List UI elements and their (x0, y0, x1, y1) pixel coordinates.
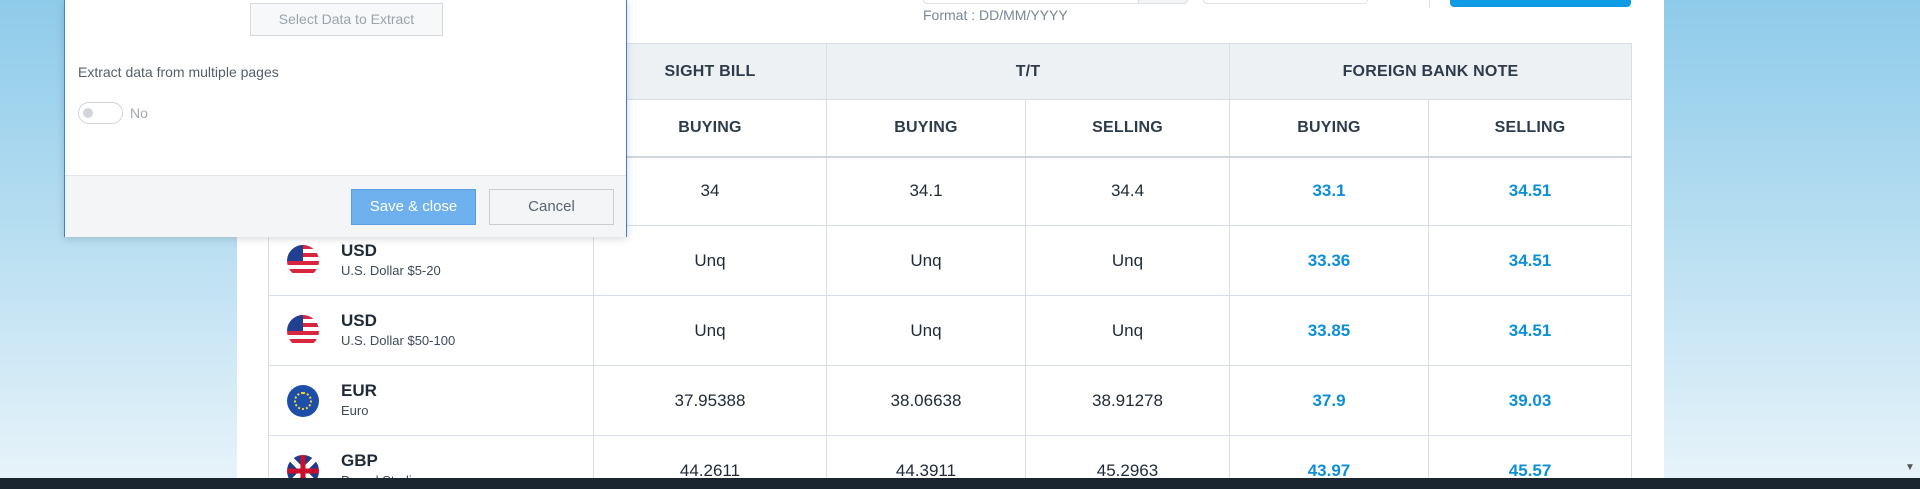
toggle-knob (83, 108, 93, 118)
tt-buying-header: BUYING (826, 99, 1026, 158)
currency-name: Euro (341, 402, 369, 418)
table-row: USD U.S. Dollar $50-100 Unq Unq Unq 33.8… (268, 295, 1633, 366)
fbn-buying-cell: 33.1 (1229, 156, 1429, 226)
fbn-selling-cell: 34.51 (1427, 295, 1633, 366)
tt-buying-cell: 38.06638 (826, 365, 1026, 436)
toolbar-divider (1429, 0, 1430, 8)
fbn-buying-header: BUYING (1229, 99, 1429, 158)
sight-bill-buying-cell: 34 (593, 156, 827, 226)
currency-cell: USD U.S. Dollar $50-100 (268, 295, 594, 366)
taskbar (0, 478, 1920, 489)
date-format-hint: Format : DD/MM/YYYY (923, 7, 1068, 23)
save-close-button[interactable]: Save & close (351, 189, 476, 225)
select-data-button[interactable]: Select Data to Extract (250, 3, 443, 36)
tt-selling-header: SELLING (1025, 99, 1230, 158)
table-row: EUR Euro 37.95388 38.06638 38.91278 37.9… (268, 365, 1633, 436)
currency-cell: EUR Euro (268, 365, 594, 436)
foreign-bank-note-header: FOREIGN BANK NOTE (1228, 43, 1633, 100)
fbn-selling-cell: 34.51 (1427, 225, 1633, 296)
us-flag-icon (287, 314, 319, 347)
fbn-selling-cell: 34.51 (1427, 156, 1633, 226)
dialog-footer: Save & close Cancel (65, 175, 626, 237)
sight-bill-buying-header: BUYING (593, 99, 827, 158)
us-flag-icon (287, 244, 319, 277)
eu-flag-icon (287, 384, 319, 417)
cancel-button[interactable]: Cancel (489, 189, 614, 225)
sight-bill-buying-cell: 37.95388 (593, 365, 827, 436)
currency-code: USD (341, 310, 377, 330)
multi-page-label: Extract data from multiple pages (78, 64, 279, 80)
fbn-selling-cell: 39.03 (1427, 365, 1633, 436)
sight-bill-buying-cell: Unq (593, 225, 827, 296)
tt-buying-cell: Unq (826, 225, 1026, 296)
date-input[interactable] (923, 0, 1153, 4)
tt-selling-cell: 38.91278 (1025, 365, 1230, 436)
tt-selling-cell: Unq (1025, 295, 1230, 366)
currency-name: U.S. Dollar $50-100 (341, 332, 456, 348)
currency-code: GBP (341, 450, 378, 470)
tt-selling-cell: Unq (1025, 225, 1230, 296)
fbn-buying-cell: 33.85 (1229, 295, 1429, 366)
fbn-buying-cell: 37.9 (1229, 365, 1429, 436)
currency-code: USD (341, 240, 377, 260)
tt-header: T/T (826, 43, 1230, 100)
tt-buying-cell: 34.1 (826, 156, 1026, 226)
fbn-selling-header: SELLING (1427, 99, 1633, 158)
currency-name: U.S. Dollar $5-20 (341, 262, 441, 278)
tt-buying-cell: Unq (826, 295, 1026, 366)
sight-bill-buying-cell: Unq (593, 295, 827, 366)
filter-select[interactable] (1203, 0, 1368, 4)
scroll-down-arrow-icon[interactable]: ▼ (1903, 461, 1917, 475)
search-button[interactable] (1450, 0, 1631, 7)
fbn-buying-cell: 33.36 (1229, 225, 1429, 296)
calendar-button[interactable] (1138, 0, 1188, 4)
extract-data-dialog: Select Data to Extract Extract data from… (64, 0, 627, 237)
toggle-state-label: No (130, 105, 148, 121)
tt-selling-cell: 34.4 (1025, 156, 1230, 226)
sight-bill-header: SIGHT BILL (593, 43, 827, 100)
currency-code: EUR (341, 380, 377, 400)
multi-page-toggle[interactable] (78, 102, 123, 124)
